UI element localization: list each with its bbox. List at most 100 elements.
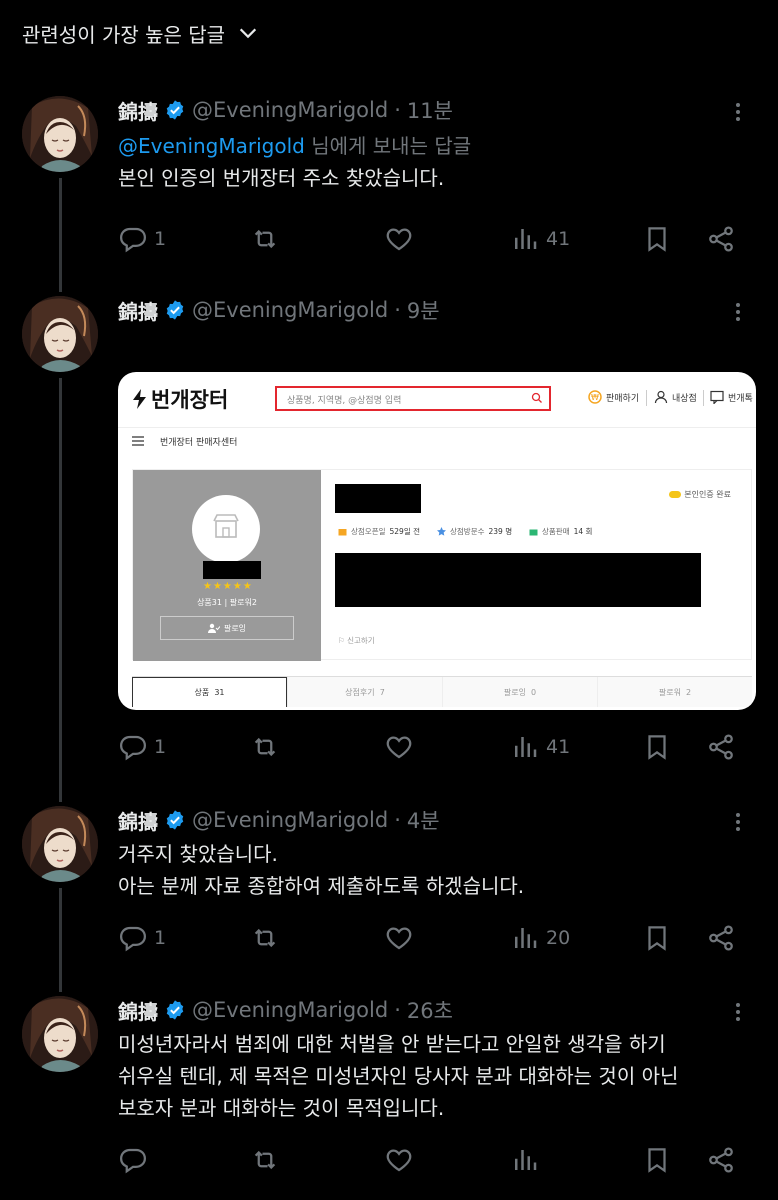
more-options-icon[interactable] (726, 300, 750, 324)
sell-icon: ₩ (588, 390, 602, 404)
more-options-icon[interactable] (726, 1000, 750, 1024)
shop-avatar (192, 495, 260, 563)
avatar[interactable] (22, 996, 98, 1072)
like-button[interactable] (384, 219, 420, 259)
chat-icon (710, 390, 724, 404)
user-handle[interactable]: @EveningMarigold (192, 998, 388, 1022)
shop-stats: 상품31 | 팔로워2 (197, 598, 257, 607)
views-button[interactable] (510, 1140, 546, 1180)
more-options-icon[interactable] (726, 100, 750, 124)
retweet-button[interactable] (250, 219, 286, 259)
share-button[interactable] (706, 219, 736, 259)
tweet-text-line: 아는 분께 자료 종합하여 제출하도록 하겠습니다. (118, 874, 525, 898)
sort-label: 관련성이 가장 높은 답글 (22, 22, 226, 47)
media-shop-card: ★★★★★ 상품31 | 팔로워2 팔로잉 본인인증 완료 상점오픈일 529일 … (132, 469, 752, 661)
reply-icon (119, 227, 147, 253)
thread-connector (59, 178, 62, 292)
bookmark-button[interactable] (642, 727, 672, 767)
views-button[interactable]: 20 (510, 918, 570, 958)
display-name[interactable]: 錦擣 (118, 96, 158, 125)
heart-icon (386, 736, 412, 759)
avatar-illustration (22, 96, 98, 172)
views-icon (515, 737, 537, 757)
separator-dot: · (394, 98, 401, 122)
user-handle[interactable]: @EveningMarigold (192, 298, 388, 322)
separator-dot: · (394, 808, 401, 832)
thread-connector (59, 888, 62, 992)
views-icon (515, 229, 537, 249)
redaction-bar (335, 484, 421, 513)
heart-icon (386, 927, 412, 950)
bookmark-button[interactable] (642, 918, 672, 958)
report-link: ⚐ 신고하기 (338, 636, 375, 645)
display-name[interactable]: 錦擣 (118, 996, 158, 1025)
reply-button[interactable]: 1 (118, 219, 166, 259)
share-button[interactable] (706, 727, 736, 767)
reply-count: 1 (154, 228, 167, 250)
mention-link[interactable]: @EveningMarigold (118, 134, 305, 158)
tweet-text-line: 본인 인증의 번개장터 주소 찾았습니다. (118, 166, 445, 190)
views-icon (515, 928, 537, 948)
reply-button[interactable] (118, 1140, 154, 1180)
bookmark-icon (648, 735, 666, 760)
retweet-button[interactable] (250, 1140, 286, 1180)
views-button[interactable]: 41 (510, 727, 570, 767)
tweet-media-image[interactable]: 번개장터 상품명, 지역명, @상점명 입력 ₩ 판매하기 내상점 번개톡 번개… (118, 372, 756, 710)
bookmark-icon (648, 227, 666, 252)
retweet-button[interactable] (250, 918, 286, 958)
tweet-actions: 1 41 (118, 219, 748, 259)
verified-icon (166, 300, 184, 320)
media-topbar: 번개장터 상품명, 지역명, @상점명 입력 ₩ 판매하기 내상점 번개톡 (118, 372, 756, 428)
timestamp[interactable]: 26초 (407, 995, 453, 1025)
retweet-button[interactable] (250, 727, 286, 767)
like-button[interactable] (384, 727, 420, 767)
share-icon (709, 734, 733, 760)
views-count: 41 (546, 736, 571, 758)
timestamp[interactable]: 9분 (407, 295, 440, 325)
bookmark-button[interactable] (642, 219, 672, 259)
user-handle[interactable]: @EveningMarigold (192, 98, 388, 122)
timestamp[interactable]: 11분 (407, 95, 453, 125)
separator-dot: · (394, 998, 401, 1022)
thread-connector (59, 378, 62, 802)
share-button[interactable] (706, 1140, 736, 1180)
heart-icon (386, 1149, 412, 1172)
views-button[interactable]: 41 (510, 219, 570, 259)
avatar[interactable] (22, 806, 98, 882)
more-options-icon[interactable] (726, 810, 750, 834)
tweet-actions: 1 41 (118, 727, 748, 767)
verified-badge: 본인인증 완료 (669, 489, 731, 500)
shop-sales: 상품판매 14 회 (529, 526, 592, 537)
reply-button[interactable]: 1 (118, 727, 166, 767)
avatar[interactable] (22, 96, 98, 172)
avatar-illustration (22, 996, 98, 1072)
replying-to: @EveningMarigold 님에게 보내는 답글 (118, 134, 472, 158)
like-button[interactable] (384, 1140, 420, 1180)
svg-text:₩: ₩ (591, 393, 599, 402)
shop-open-date: 상점오픈일 529일 전 (338, 526, 420, 537)
reply-sort-selector[interactable]: 관련성이 가장 높은 답글 (22, 16, 259, 50)
tweet-text: @EveningMarigold 님에게 보내는 답글본인 인증의 번개장터 주… (118, 130, 471, 194)
search-icon (531, 392, 542, 403)
display-name[interactable]: 錦擣 (118, 806, 158, 835)
bag-icon (529, 529, 538, 536)
verified-icon (166, 810, 184, 830)
display-name[interactable]: 錦擣 (118, 296, 158, 325)
separator-dot: · (394, 298, 401, 322)
reply-button[interactable]: 1 (118, 918, 166, 958)
shop-visits: 상점방문수 239 명 (437, 526, 512, 537)
bookmark-icon (648, 1148, 666, 1173)
retweet-icon (254, 229, 276, 249)
media-submenu: 번개장터 판매자센터 (132, 428, 237, 454)
retweet-icon (254, 928, 276, 948)
like-button[interactable] (384, 918, 420, 958)
user-check-icon (207, 623, 220, 633)
bookmark-button[interactable] (642, 1140, 672, 1180)
heart-icon (386, 228, 412, 251)
share-button[interactable] (706, 918, 736, 958)
timestamp[interactable]: 4분 (407, 805, 440, 835)
user-handle[interactable]: @EveningMarigold (192, 808, 388, 832)
avatar[interactable] (22, 296, 98, 372)
views-count: 41 (546, 228, 571, 250)
reply-count: 1 (154, 736, 167, 758)
